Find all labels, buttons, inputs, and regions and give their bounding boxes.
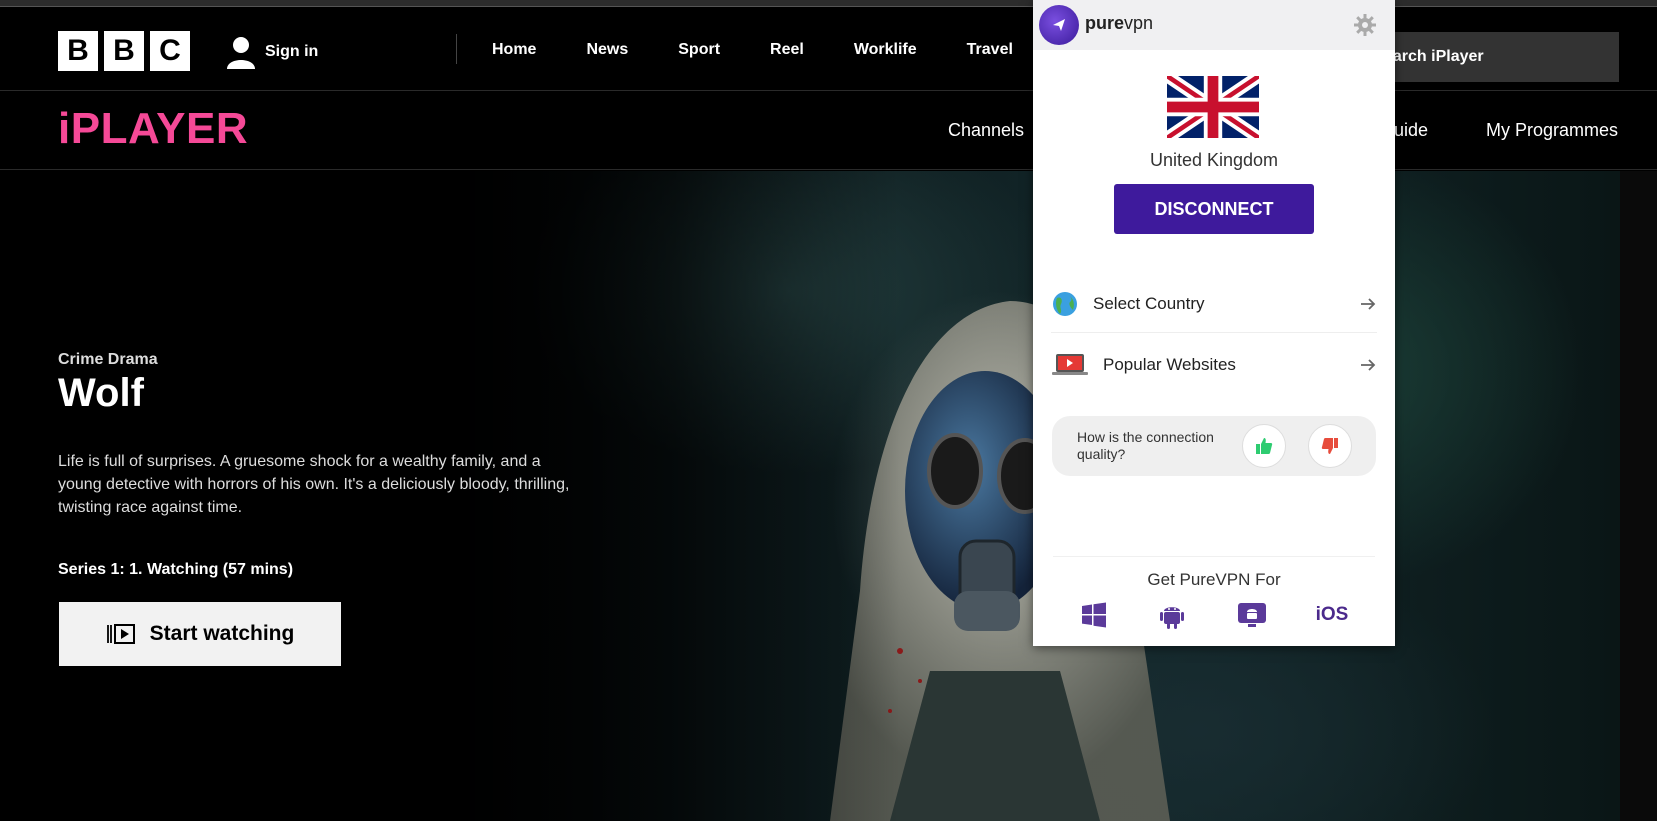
feedback-question: How is the connection quality?: [1077, 429, 1214, 462]
ios-link[interactable]: iOS: [1315, 598, 1349, 632]
purevpn-extension-popup: purevpn United Kingdom DISCONNECT Select…: [1033, 0, 1395, 646]
nav-home[interactable]: Home: [492, 41, 536, 59]
programme-title: Wolf: [58, 371, 144, 415]
episode-info: Series 1: 1. Watching (57 mins): [58, 561, 294, 578]
gear-icon[interactable]: [1353, 13, 1377, 37]
globe-icon: [1053, 291, 1077, 316]
purevpn-logo-icon: [1039, 5, 1079, 45]
play-icon: [106, 624, 135, 644]
arrow-right-icon: [1361, 359, 1376, 371]
thumbs-up-button[interactable]: [1242, 424, 1286, 468]
thumbs-down-button[interactable]: [1308, 424, 1352, 468]
start-watching-button[interactable]: Start watching: [59, 602, 341, 666]
nav-news[interactable]: News: [586, 41, 628, 59]
page-scrollbar[interactable]: [1620, 171, 1657, 821]
divider: [1053, 556, 1375, 557]
android-tv-icon[interactable]: [1235, 598, 1269, 632]
nav-reel[interactable]: Reel: [770, 41, 804, 59]
bbc-logo-block: B: [104, 31, 144, 71]
programme-synopsis: Life is full of surprises. A gruesome sh…: [58, 453, 570, 516]
thumbs-down-icon: [1321, 438, 1338, 454]
nav-sport[interactable]: Sport: [678, 41, 720, 59]
user-icon: [227, 37, 255, 69]
purevpn-brand: purevpn: [1085, 13, 1153, 34]
uk-flag-icon: [1167, 76, 1259, 138]
select-country-label: Select Country: [1093, 293, 1205, 313]
connected-country: United Kingdom: [1149, 150, 1279, 170]
windows-icon[interactable]: [1077, 598, 1111, 632]
start-watching-label: Start watching: [149, 622, 295, 645]
bbc-main-nav: Home News Sport Reel Worklife Travel: [492, 41, 1013, 59]
brand-vpn: vpn: [1124, 13, 1154, 33]
nav-my-programmes[interactable]: My Programmes: [1486, 120, 1618, 141]
nav-travel[interactable]: Travel: [967, 41, 1013, 59]
arrow-right-icon: [1361, 297, 1376, 310]
disconnect-button[interactable]: DISCONNECT: [1114, 184, 1314, 234]
platform-links: iOS: [1033, 598, 1395, 634]
nav-divider: [456, 34, 457, 64]
get-purevpn-label: Get PureVPN For: [1147, 570, 1281, 589]
bbc-logo-block: B: [58, 31, 98, 71]
nav-tv-guide[interactable]: uide: [1394, 120, 1428, 141]
sign-in-label: Sign in: [265, 43, 319, 60]
sign-in-link[interactable]: Sign in: [225, 35, 318, 69]
select-country-row[interactable]: Select Country: [1051, 275, 1377, 333]
brand-pure: pure: [1085, 13, 1125, 33]
nav-worklife[interactable]: Worklife: [854, 41, 917, 59]
popular-websites-row[interactable]: Popular Websites: [1051, 336, 1377, 394]
search-iplayer-input[interactable]: earch iPlayer: [1360, 32, 1619, 82]
bbc-logo[interactable]: B B C: [58, 31, 190, 71]
thumbs-up-icon: [1256, 438, 1273, 454]
programme-genre: Crime Drama: [58, 351, 158, 368]
connection-feedback-box: How is the connection quality?: [1052, 416, 1376, 476]
laptop-video-icon: [1052, 354, 1088, 375]
purevpn-header: purevpn: [1033, 0, 1395, 50]
iplayer-header: iPLAYER Channels uide My Programmes: [0, 92, 1657, 170]
nav-channels[interactable]: Channels: [948, 120, 1024, 141]
android-icon[interactable]: [1155, 598, 1189, 632]
bbc-logo-block: C: [150, 31, 190, 71]
browser-top-strip: [0, 0, 1657, 7]
popular-websites-label: Popular Websites: [1103, 355, 1236, 374]
iplayer-logo[interactable]: iPLAYER: [58, 104, 248, 154]
bbc-header: B B C Sign in Home News Sport Reel Workl…: [0, 7, 1657, 91]
